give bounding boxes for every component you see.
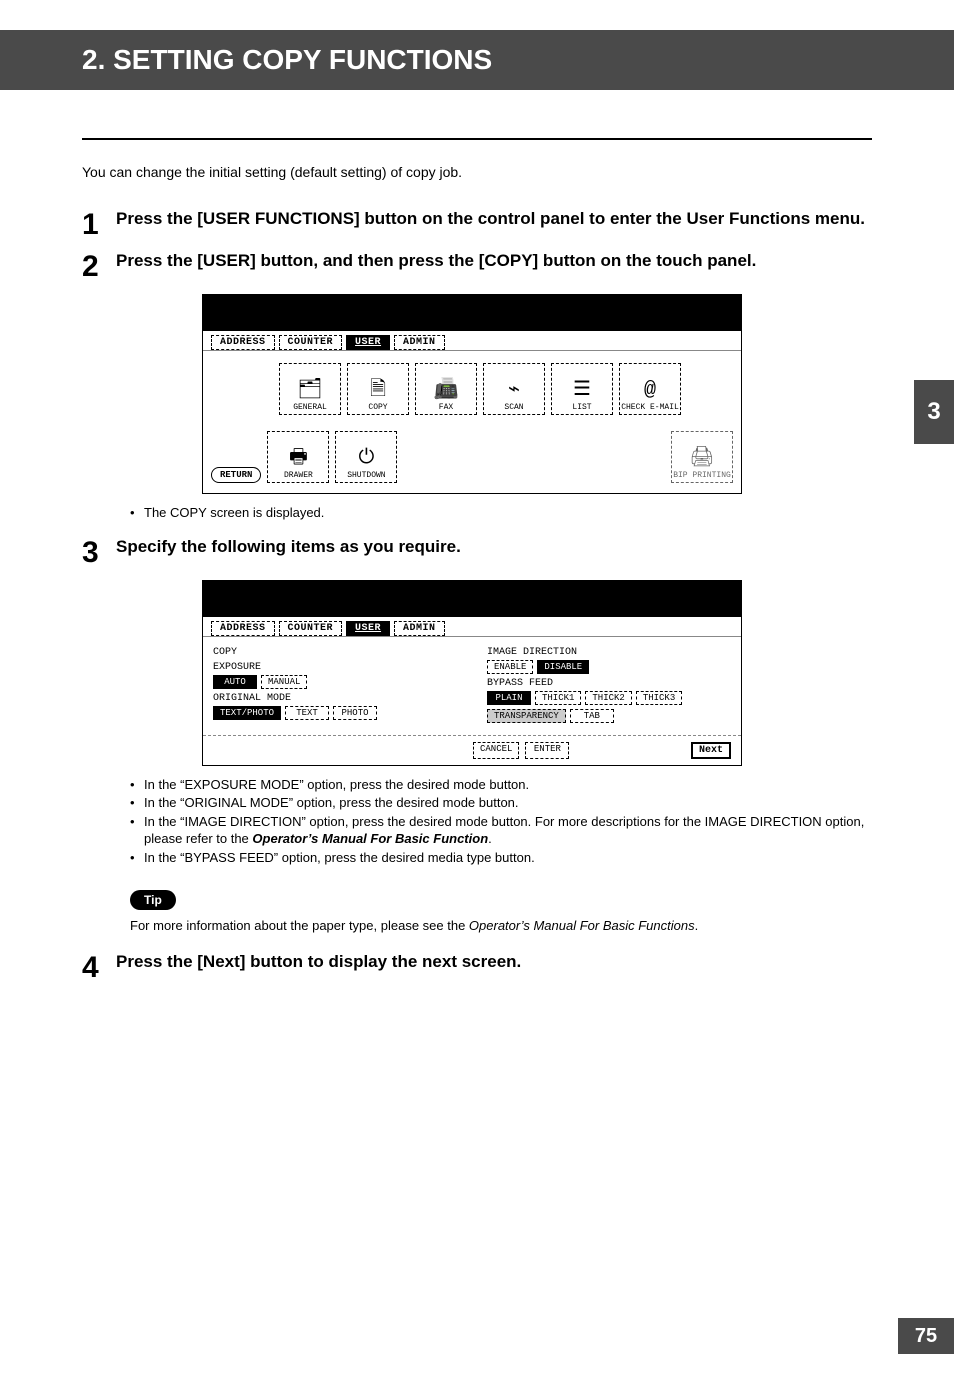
step2-bullet: The COPY screen is displayed.: [130, 504, 872, 522]
step3-bullet-2: In the “ORIGINAL MODE” option, press the…: [130, 794, 872, 812]
step-3-number: 3: [82, 536, 116, 568]
list-button[interactable]: ☰LIST: [551, 363, 613, 415]
thick2-button[interactable]: THICK2: [585, 691, 631, 705]
bip-printing-button[interactable]: 🖨BIP PRINTING: [671, 431, 733, 483]
scan-button[interactable]: ⌁SCAN: [483, 363, 545, 415]
tab2-admin[interactable]: ADMIN: [394, 621, 445, 636]
text-button[interactable]: TEXT: [285, 706, 329, 720]
tab2-address[interactable]: ADDRESS: [211, 621, 275, 636]
manual-ref-1: Operator’s Manual For Basic Function: [252, 831, 488, 846]
tab-counter[interactable]: COUNTER: [279, 335, 343, 350]
tab2-counter[interactable]: COUNTER: [279, 621, 343, 636]
page-title: 2. SETTING COPY FUNCTIONS: [0, 30, 954, 90]
drawer-icon: 🖶: [289, 449, 308, 469]
image-direction-label: IMAGE DIRECTION: [487, 647, 731, 658]
step-1-text: Press the [USER FUNCTIONS] button on the…: [116, 208, 865, 231]
step-4: 4 Press the [Next] button to display the…: [82, 951, 872, 983]
general-icon: 🗂: [297, 381, 322, 401]
copy-section-label: COPY: [213, 647, 457, 658]
step-3-text: Specify the following items as you requi…: [116, 536, 461, 559]
step3-bullet-1: In the “EXPOSURE MODE” option, press the…: [130, 776, 872, 794]
shutdown-button[interactable]: ⏻SHUTDOWN: [335, 431, 397, 483]
copy-icon: 🗎: [370, 381, 386, 401]
screenshot-user-functions: ADDRESS COUNTER USER ADMIN 🗂GENERAL 🗎COP…: [202, 294, 742, 494]
step-3: 3 Specify the following items as you req…: [82, 536, 872, 568]
cancel-button[interactable]: CANCEL: [473, 742, 519, 759]
thick3-button[interactable]: THICK3: [636, 691, 682, 705]
original-mode-label: ORIGINAL MODE: [213, 693, 457, 704]
photo-button[interactable]: PHOTO: [333, 706, 377, 720]
tab-button[interactable]: TAB: [570, 709, 614, 723]
exposure-manual-button[interactable]: MANUAL: [261, 675, 307, 689]
step3-bullet-4: In the “BYPASS FEED” option, press the d…: [130, 849, 872, 867]
exposure-auto-button[interactable]: AUTO: [213, 675, 257, 689]
transparency-button[interactable]: TRANSPARENCY: [487, 709, 566, 723]
enable-button[interactable]: ENABLE: [487, 660, 533, 674]
drawer-button[interactable]: 🖶DRAWER: [267, 431, 329, 483]
tip-text: For more information about the paper typ…: [130, 918, 872, 933]
step3-bullet-3: In the “IMAGE DIRECTION” option, press t…: [130, 813, 872, 848]
copy-button[interactable]: 🗎COPY: [347, 363, 409, 415]
fax-icon: 📠: [434, 381, 459, 401]
step-2-number: 2: [82, 250, 116, 282]
step-4-number: 4: [82, 951, 116, 983]
tab-user[interactable]: USER: [346, 335, 390, 350]
manual-ref-2: Operator’s Manual For Basic Functions: [469, 918, 695, 933]
bypass-feed-label: BYPASS FEED: [487, 678, 731, 689]
enter-button[interactable]: ENTER: [525, 742, 569, 759]
fax-button[interactable]: 📠FAX: [415, 363, 477, 415]
exposure-label: EXPOSURE: [213, 662, 457, 673]
tab-address[interactable]: ADDRESS: [211, 335, 275, 350]
chapter-tab: 3: [914, 380, 954, 444]
intro-text: You can change the initial setting (defa…: [82, 138, 872, 180]
email-icon: @: [644, 381, 656, 401]
print-icon: 🖨: [689, 449, 714, 469]
shutdown-icon: ⏻: [358, 449, 374, 469]
screenshot-copy-settings: ADDRESS COUNTER USER ADMIN COPY EXPOSURE…: [202, 580, 742, 766]
textphoto-button[interactable]: TEXT/PHOTO: [213, 706, 281, 720]
tab-admin[interactable]: ADMIN: [394, 335, 445, 350]
step-4-text: Press the [Next] button to display the n…: [116, 951, 521, 974]
return-button[interactable]: RETURN: [211, 467, 261, 483]
plain-button[interactable]: PLAIN: [487, 691, 531, 705]
step-2: 2 Press the [USER] button, and then pres…: [82, 250, 872, 282]
next-button[interactable]: Next: [691, 742, 731, 759]
step-2-text: Press the [USER] button, and then press …: [116, 250, 756, 273]
tip-badge: Tip: [130, 890, 176, 910]
scan-icon: ⌁: [508, 381, 520, 401]
tab2-user[interactable]: USER: [346, 621, 390, 636]
thick1-button[interactable]: THICK1: [535, 691, 581, 705]
general-button[interactable]: 🗂GENERAL: [279, 363, 341, 415]
step-1: 1 Press the [USER FUNCTIONS] button on t…: [82, 208, 872, 240]
step-1-number: 1: [82, 208, 116, 240]
check-email-button[interactable]: @CHECK E-MAIL: [619, 363, 681, 415]
list-icon: ☰: [573, 381, 591, 401]
page-number: 75: [898, 1318, 954, 1354]
disable-button[interactable]: DISABLE: [537, 660, 589, 674]
